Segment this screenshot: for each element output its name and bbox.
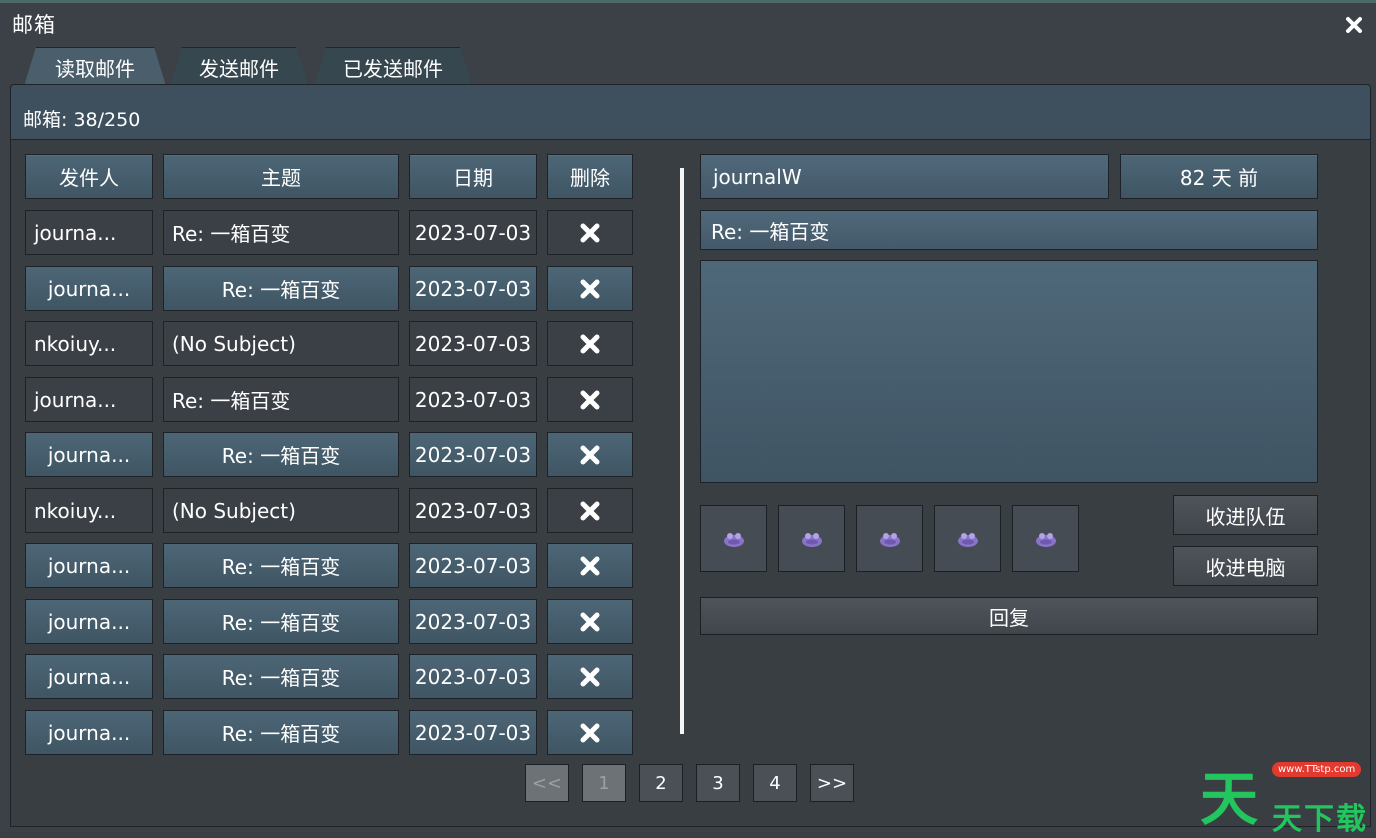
mail-row-sender[interactable]: journa... — [25, 543, 153, 588]
delete-x-icon — [580, 445, 600, 464]
mail-row-subject[interactable]: Re: 一箱百变 — [163, 210, 399, 255]
mail-row-sender[interactable]: nkoiuy... — [25, 488, 153, 533]
attachment-slot[interactable] — [778, 505, 845, 572]
tab-send-mail[interactable]: 发送邮件 — [170, 47, 308, 86]
tab-read-mail[interactable]: 读取邮件 — [24, 47, 166, 86]
close-button[interactable] — [1343, 14, 1365, 36]
mail-row-date[interactable]: 2023-07-03 — [409, 210, 537, 255]
mail-row-sender[interactable]: journa... — [25, 210, 153, 255]
delete-x-icon — [580, 501, 600, 520]
attachment-slot[interactable] — [700, 505, 767, 572]
purple-blob-icon — [957, 532, 978, 547]
mail-row-sender[interactable]: journa... — [25, 377, 153, 422]
tab-sent-mail[interactable]: 已发送邮件 — [314, 47, 472, 86]
mail-row-sender[interactable]: journa... — [25, 432, 153, 477]
attachment-slot[interactable] — [856, 505, 923, 572]
mail-row-date[interactable]: 2023-07-03 — [409, 266, 537, 311]
delete-x-icon — [580, 723, 600, 742]
mail-row-date[interactable]: 2023-07-03 — [409, 377, 537, 422]
page-prev-button[interactable]: << — [525, 764, 569, 802]
mail-row-subject[interactable]: (No Subject) — [163, 321, 399, 366]
page-button-2[interactable]: 2 — [639, 764, 683, 802]
page-button-1[interactable]: 1 — [582, 764, 626, 802]
purple-blob-icon — [801, 532, 822, 547]
page-next-button[interactable]: >> — [810, 764, 854, 802]
mailbox-count: 邮箱: 38/250 — [23, 109, 141, 131]
mail-row-delete-button[interactable] — [547, 210, 633, 255]
mail-row-subject[interactable]: Re: 一箱百变 — [163, 599, 399, 644]
delete-x-icon — [580, 390, 600, 409]
watermark-main: 天 — [1200, 765, 1259, 833]
mail-row-subject[interactable]: Re: 一箱百变 — [163, 543, 399, 588]
purple-blob-icon — [1035, 532, 1056, 547]
mail-row-sender[interactable]: journa... — [25, 654, 153, 699]
watermark-sub: 天下载 — [1272, 802, 1368, 837]
mail-row-subject[interactable]: Re: 一箱百变 — [163, 266, 399, 311]
mail-row-delete-button[interactable] — [547, 654, 633, 699]
mail-row-delete-button[interactable] — [547, 599, 633, 644]
message-age: 82 天 前 — [1120, 154, 1318, 199]
mail-row-subject[interactable]: Re: 一箱百变 — [163, 710, 399, 755]
mail-row-delete-button[interactable] — [547, 321, 633, 366]
header-delete[interactable]: 删除 — [547, 154, 633, 199]
mail-row-subject[interactable]: Re: 一箱百变 — [163, 654, 399, 699]
delete-x-icon — [580, 279, 600, 298]
header-sender[interactable]: 发件人 — [25, 154, 153, 199]
close-icon — [1346, 17, 1362, 33]
panel-divider — [680, 168, 684, 734]
mail-row-subject[interactable]: Re: 一箱百变 — [163, 377, 399, 422]
purple-blob-icon — [879, 532, 900, 547]
mail-row-sender[interactable]: journa... — [25, 599, 153, 644]
mail-row-delete-button[interactable] — [547, 543, 633, 588]
message-sender: journalW — [700, 154, 1109, 199]
mail-row-delete-button[interactable] — [547, 488, 633, 533]
reply-button[interactable]: 回复 — [700, 597, 1318, 635]
delete-x-icon — [580, 612, 600, 631]
attachment-slot[interactable] — [1012, 505, 1079, 572]
delete-x-icon — [580, 667, 600, 686]
mail-row-date[interactable]: 2023-07-03 — [409, 543, 537, 588]
delete-x-icon — [580, 223, 600, 242]
mail-row-subject[interactable]: Re: 一箱百变 — [163, 432, 399, 477]
mail-row-sender[interactable]: journa... — [25, 266, 153, 311]
mail-row-delete-button[interactable] — [547, 377, 633, 422]
window-title: 邮箱 — [12, 13, 56, 37]
mail-row-sender[interactable]: nkoiuy... — [25, 321, 153, 366]
watermark-logo: 天 www.TTstp.com 天下载 — [1200, 752, 1376, 837]
attachment-slot[interactable] — [934, 505, 1001, 572]
mail-row-date[interactable]: 2023-07-03 — [409, 654, 537, 699]
take-to-pc-button[interactable]: 收进电脑 — [1173, 546, 1318, 586]
mail-row-subject[interactable]: (No Subject) — [163, 488, 399, 533]
mail-row-date[interactable]: 2023-07-03 — [409, 488, 537, 533]
header-subject[interactable]: 主题 — [163, 154, 399, 199]
mail-row-date[interactable]: 2023-07-03 — [409, 432, 537, 477]
message-body — [700, 260, 1318, 483]
mail-row-date[interactable]: 2023-07-03 — [409, 599, 537, 644]
mail-row-sender[interactable]: journa... — [25, 710, 153, 755]
delete-x-icon — [580, 556, 600, 575]
mail-row-date[interactable]: 2023-07-03 — [409, 710, 537, 755]
watermark-badge: www.TTstp.com — [1272, 762, 1362, 777]
header-date[interactable]: 日期 — [409, 154, 537, 199]
delete-x-icon — [580, 334, 600, 353]
page-button-3[interactable]: 3 — [696, 764, 740, 802]
take-to-party-button[interactable]: 收进队伍 — [1173, 495, 1318, 535]
mail-row-delete-button[interactable] — [547, 710, 633, 755]
message-subject: Re: 一箱百变 — [700, 210, 1318, 250]
mail-row-date[interactable]: 2023-07-03 — [409, 321, 537, 366]
mailbox-header: 邮箱: 38/250 — [10, 84, 1371, 140]
mail-row-delete-button[interactable] — [547, 432, 633, 477]
purple-blob-icon — [723, 532, 744, 547]
mail-row-delete-button[interactable] — [547, 266, 633, 311]
page-button-4[interactable]: 4 — [753, 764, 797, 802]
